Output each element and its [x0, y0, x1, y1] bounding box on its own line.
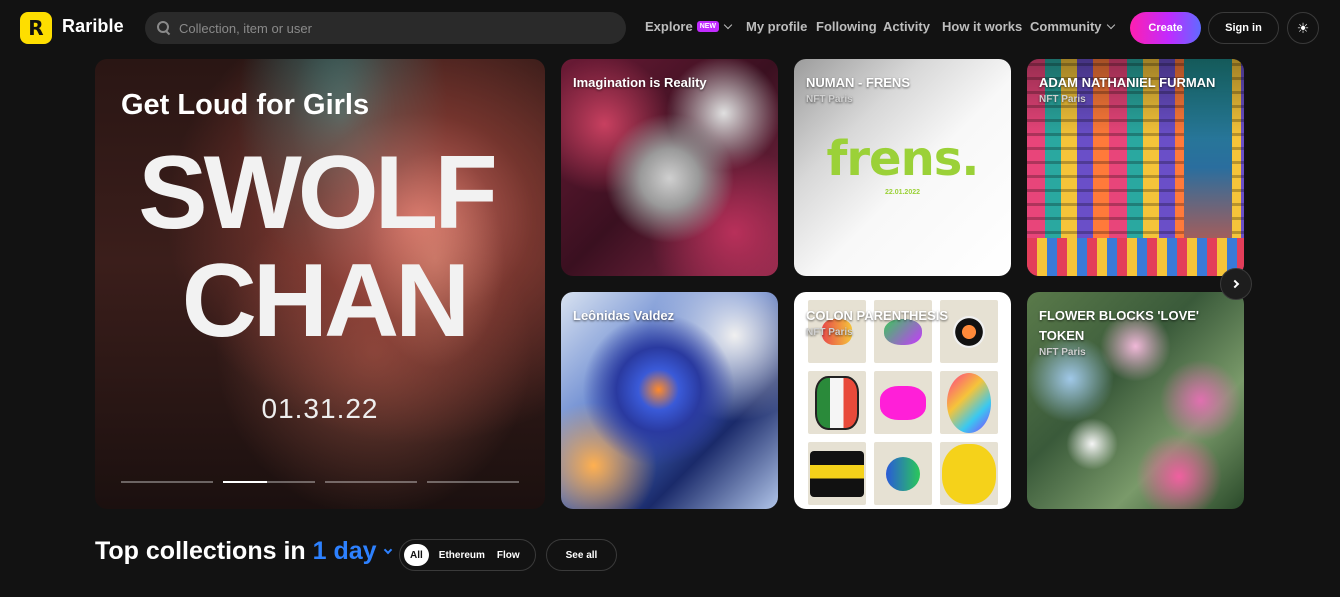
nav-community[interactable]: Community: [1030, 19, 1115, 34]
nav-community-label: Community: [1030, 19, 1102, 34]
period-selector[interactable]: 1 day: [312, 537, 392, 565]
top-collections-title: Top collections in: [95, 537, 306, 565]
top-collections-heading: Top collections in 1 day: [95, 537, 392, 566]
card-art-text: frens.: [826, 131, 979, 187]
nav-explore[interactable]: Explore NEW: [645, 19, 733, 34]
card-title-text: COLON PARENTHESIS: [806, 308, 949, 323]
card-title: Leônidas Valdez: [573, 306, 766, 326]
rarible-logo[interactable]: R: [20, 12, 52, 44]
card-subtitle: NFT Paris: [1039, 94, 1086, 105]
art-tile: [874, 371, 932, 434]
chevron-down-icon: [383, 545, 392, 555]
card-title-text: NUMAN - FRENS: [806, 75, 910, 90]
logo-letter: R: [28, 16, 44, 40]
featured-card-flower-blocks[interactable]: FLOWER BLOCKS 'LOVE' TOKEN NFT Paris: [1027, 292, 1244, 509]
search-icon: [157, 21, 171, 35]
card-art-date: 22.01.2022: [884, 189, 921, 196]
hero-title: Get Loud for Girls: [121, 89, 370, 121]
card-title: NUMAN - FRENS NFT Paris: [806, 73, 999, 107]
new-badge: NEW: [696, 21, 720, 33]
filter-flow[interactable]: Flow: [491, 544, 526, 566]
nav-how-it-works[interactable]: How it works: [942, 19, 1022, 34]
card-subtitle: NFT Paris: [1039, 347, 1086, 358]
card-title: FLOWER BLOCKS 'LOVE' TOKEN NFT Paris: [1039, 306, 1232, 360]
card-title-text: Leônidas Valdez: [573, 308, 675, 323]
card-artwork-base: [1027, 238, 1244, 276]
card-subtitle: NFT Paris: [806, 327, 853, 338]
card-subtitle: NFT Paris: [806, 94, 853, 105]
hero-slide-indicators: [121, 481, 519, 483]
top-header: R Rarible ExploreNEW My profile Followin…: [0, 0, 1340, 56]
slide-indicator-2[interactable]: [223, 481, 315, 483]
slide-indicator-3[interactable]: [325, 481, 417, 483]
see-all-button[interactable]: See all: [546, 539, 617, 571]
filter-ethereum[interactable]: Ethereum: [433, 544, 491, 566]
hero-date: 01.31.22: [261, 393, 379, 424]
slide-indicator-1[interactable]: [121, 481, 213, 483]
period-value: 1 day: [312, 537, 377, 565]
chevron-down-icon: [723, 20, 733, 30]
hero-headline-line-1: SWOLF: [138, 135, 497, 251]
nav-activity[interactable]: Activity: [883, 19, 930, 34]
featured-card-leonidas-valdez[interactable]: Leônidas Valdez: [561, 292, 778, 509]
hero-headline-line-2: CHAN: [181, 243, 470, 359]
chevron-right-icon: [1230, 279, 1240, 289]
sign-in-button[interactable]: Sign in: [1208, 12, 1279, 44]
featured-card-adam-furman[interactable]: ADAM NATHANIEL FURMAN NFT Paris: [1027, 59, 1244, 276]
card-title: COLON PARENTHESIS NFT Paris: [806, 306, 999, 340]
blockchain-filter: All Ethereum Flow: [399, 539, 536, 571]
art-tile: [874, 442, 932, 505]
card-title-text: ADAM NATHANIEL FURMAN: [1039, 75, 1216, 90]
slide-indicator-4[interactable]: [427, 481, 519, 483]
art-tile: [808, 371, 866, 434]
chevron-down-icon: [1106, 20, 1115, 30]
nav-following[interactable]: Following: [816, 19, 877, 34]
featured-card-imagination[interactable]: Imagination is Reality: [561, 59, 778, 276]
search-input[interactable]: [179, 20, 599, 36]
card-title: ADAM NATHANIEL FURMAN NFT Paris: [1039, 73, 1232, 107]
art-tile: [940, 371, 998, 434]
carousel-next-button[interactable]: [1220, 268, 1252, 300]
art-tile: [940, 442, 998, 505]
card-title-text: Imagination is Reality: [573, 75, 707, 90]
card-title: Imagination is Reality: [573, 73, 766, 93]
nav-my-profile[interactable]: My profile: [746, 19, 807, 34]
sun-icon: ☀: [1296, 19, 1310, 36]
card-title-text: FLOWER BLOCKS 'LOVE' TOKEN: [1039, 308, 1200, 343]
filter-all[interactable]: All: [404, 544, 429, 566]
art-tile: [808, 442, 866, 505]
nav-explore-label: Explore: [645, 19, 693, 34]
featured-card-colon-parenthesis[interactable]: COLON PARENTHESIS NFT Paris: [794, 292, 1011, 509]
create-button[interactable]: Create: [1130, 12, 1201, 44]
theme-toggle-button[interactable]: ☀: [1287, 12, 1319, 44]
brand-name[interactable]: Rarible: [62, 16, 124, 37]
featured-card-numan-frens[interactable]: frens. 22.01.2022 NUMAN - FRENS NFT Pari…: [794, 59, 1011, 276]
hero-banner[interactable]: Get Loud for Girls SWOLF CHAN 01.31.22: [95, 59, 545, 509]
search-bar[interactable]: [145, 12, 626, 44]
